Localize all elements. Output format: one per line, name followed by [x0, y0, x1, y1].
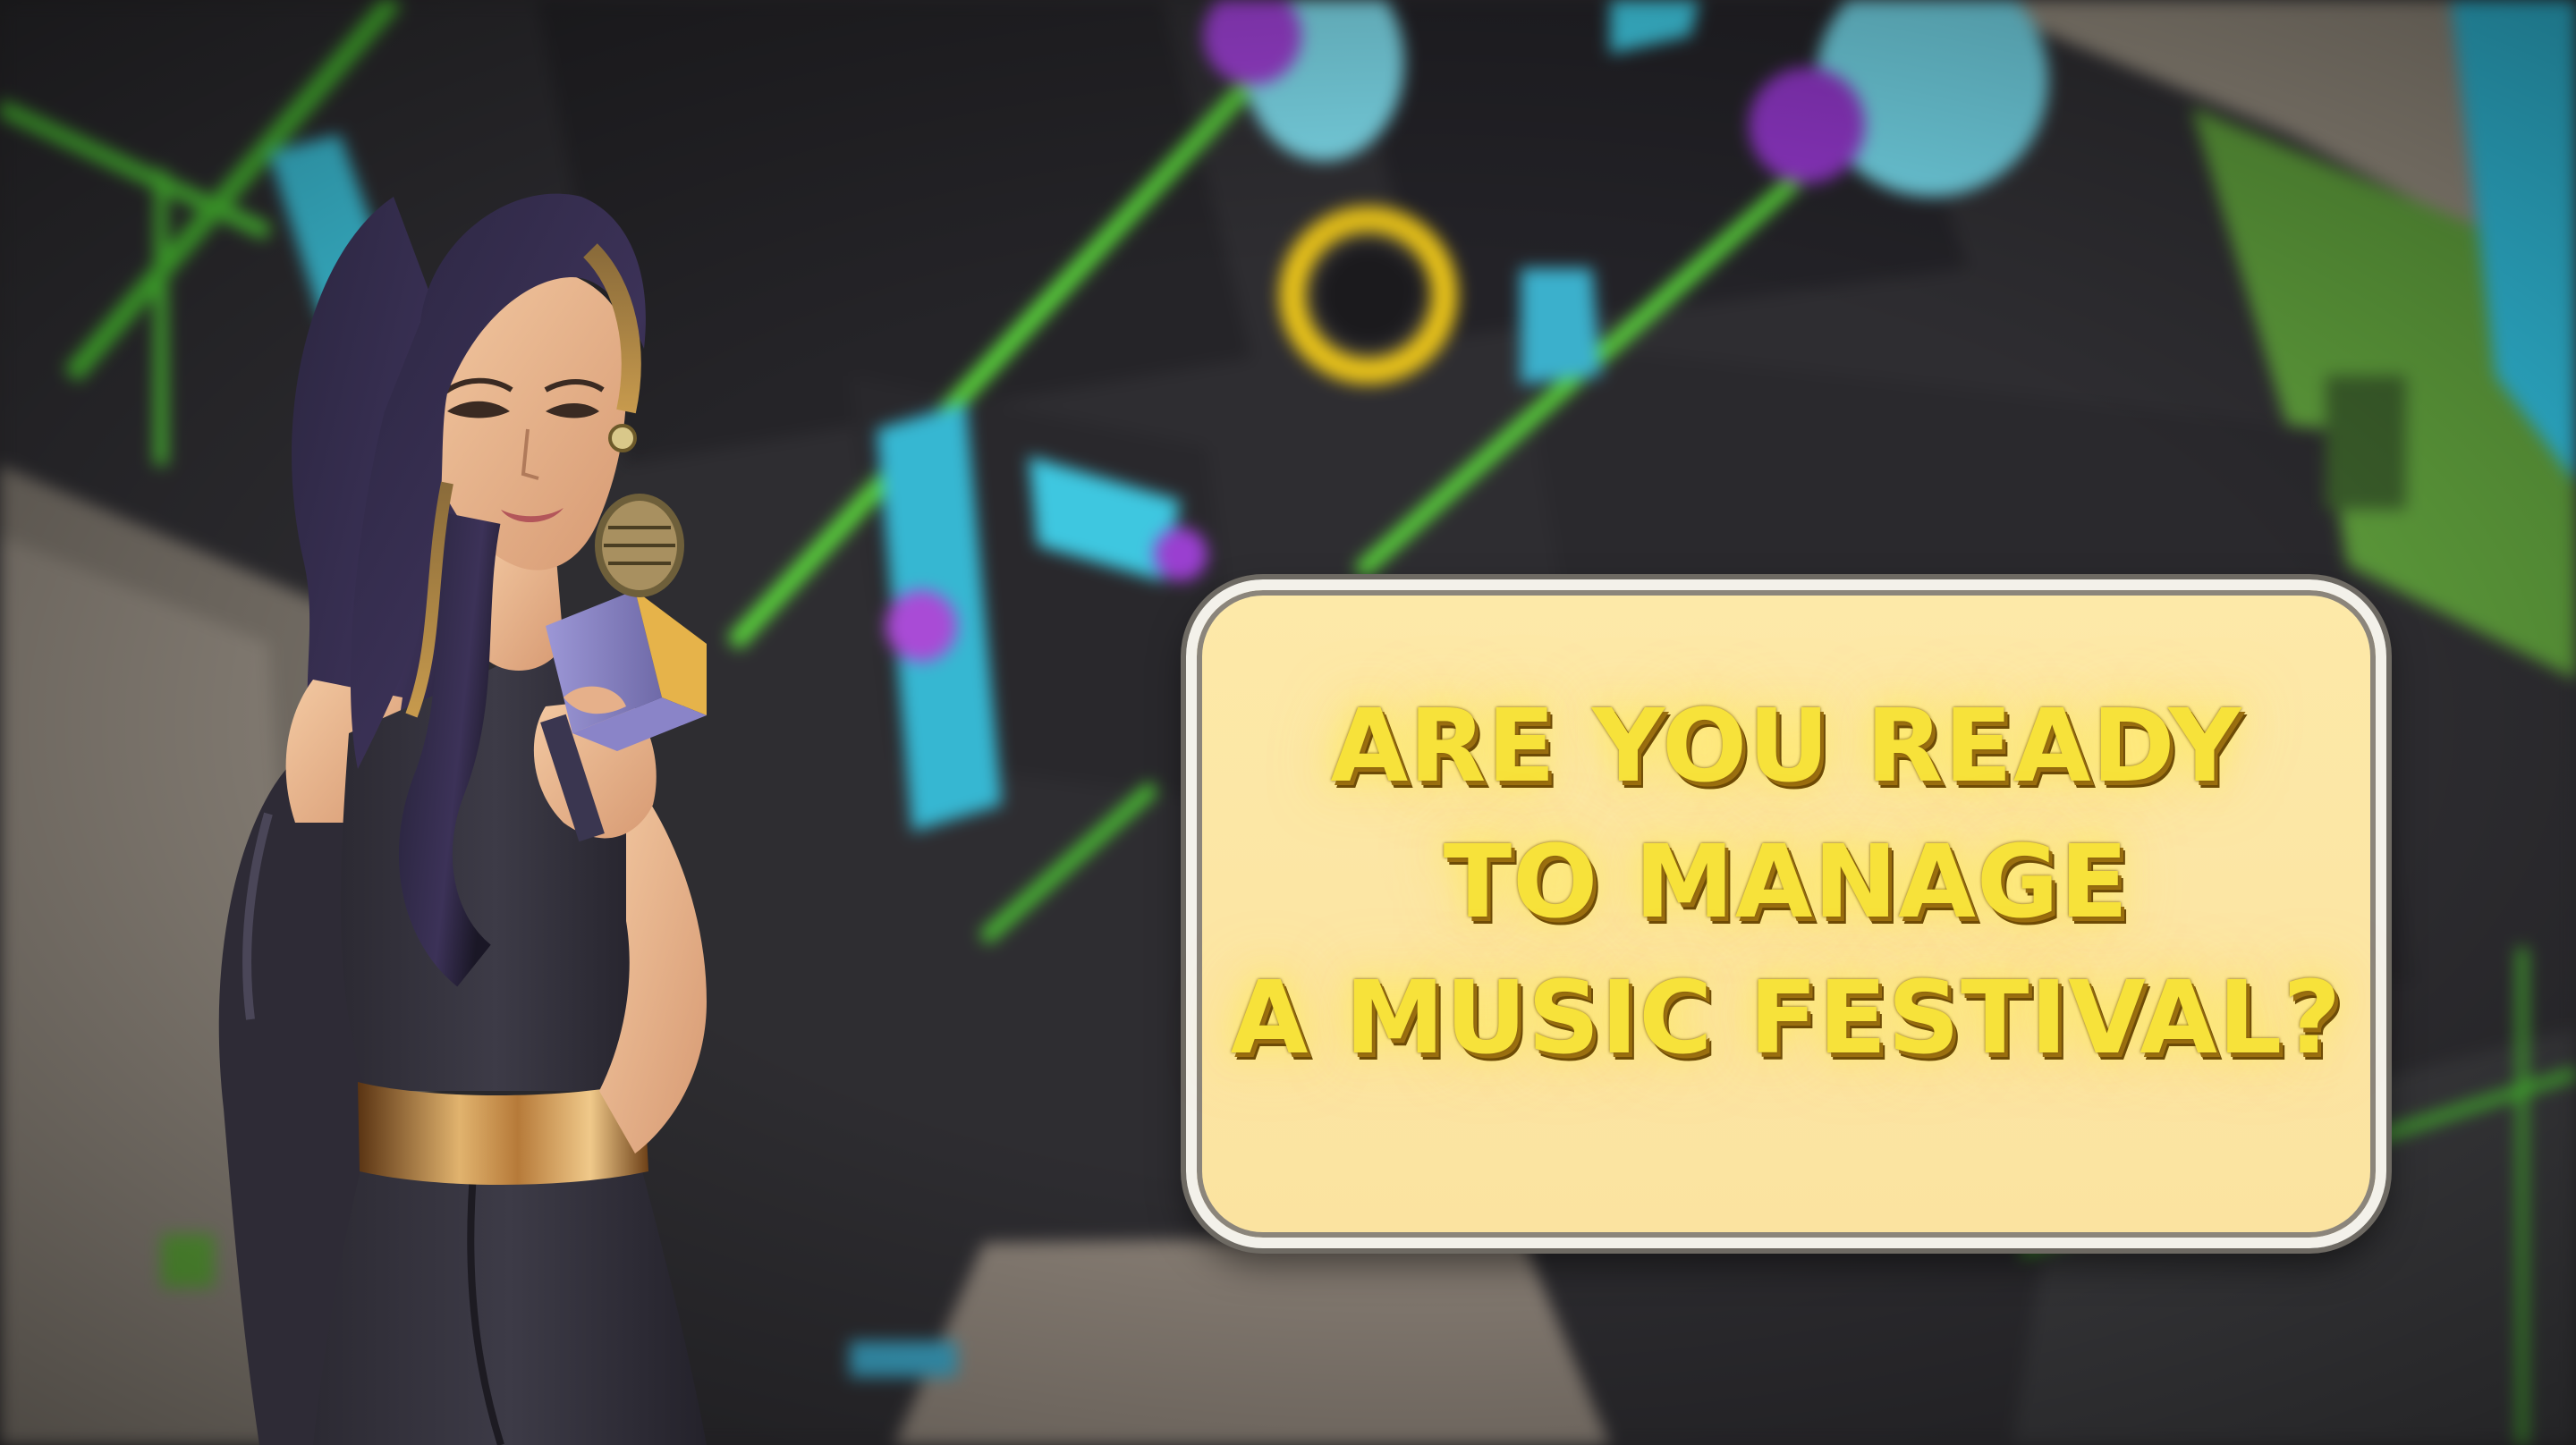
- headline-line-3: A MUSIC FESTIVAL?: [1230, 960, 2343, 1077]
- headline-line-2: TO MANAGE: [1443, 824, 2130, 941]
- presenter-character: [218, 193, 707, 1445]
- headline-line-1: ARE YOU READY: [1330, 689, 2242, 805]
- dialog-headline: ARE YOU READY TO MANAGE A MUSIC FESTIVAL…: [1197, 590, 2376, 1238]
- speech-dialog-panel: ARE YOU READY TO MANAGE A MUSIC FESTIVAL…: [1186, 579, 2386, 1248]
- cutscene-screen: ARE YOU READY TO MANAGE A MUSIC FESTIVAL…: [0, 0, 2576, 1445]
